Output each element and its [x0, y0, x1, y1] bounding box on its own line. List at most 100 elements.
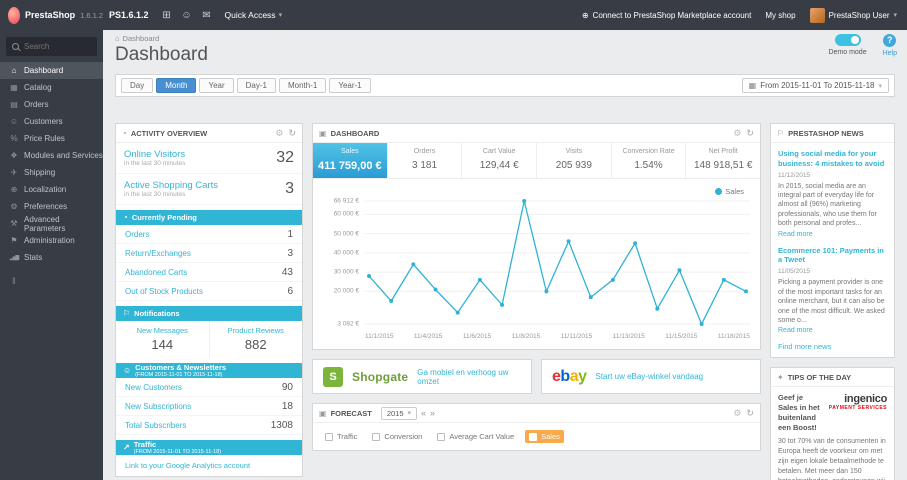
brand-version: 1.6.1.2	[80, 10, 103, 20]
read-more-link[interactable]: Read more	[778, 327, 887, 334]
sidebar-item-localization[interactable]: ⊕ Localization	[0, 181, 103, 198]
ebay-link[interactable]: Start uw eBay-winkel vandaag	[596, 372, 704, 381]
kpi-conversion-rate[interactable]: Conversion Rate 1.54%	[612, 143, 687, 178]
kpi-net-profit[interactable]: Net Profit 148 918,51 €	[686, 143, 760, 178]
quick-access-label: Quick Access	[224, 10, 276, 20]
forecast-panel: ▣ FORECAST 2015 ▾ « » ⚙ ↻ Traffic Conver…	[312, 403, 761, 451]
google-analytics-link[interactable]: Link to your Google Analytics account	[116, 455, 302, 476]
kpi-sales[interactable]: Sales 411 759,00 €	[313, 143, 388, 178]
forecast-legend-traffic[interactable]: Traffic	[321, 430, 361, 443]
orders-notification-icon[interactable]: ⊞	[157, 10, 177, 21]
quick-access-menu[interactable]: Quick Access ▾	[225, 10, 283, 20]
sidebar-item-dashboard[interactable]: ⌂ Dashboard	[0, 62, 103, 79]
filter-month-1-button[interactable]: Month-1	[278, 78, 327, 93]
filter-day-1-button[interactable]: Day-1	[236, 78, 276, 93]
sales-chart-legend[interactable]: Sales	[715, 187, 744, 196]
pending-orders-row[interactable]: Orders 1	[116, 225, 302, 244]
read-more-link[interactable]: Read more	[778, 231, 887, 238]
my-shop-link[interactable]: My shop	[765, 11, 795, 20]
sales-legend-dot	[715, 188, 723, 195]
out-of-stock-row[interactable]: Out of Stock Products 6	[116, 282, 302, 301]
product-reviews-cell[interactable]: Product Reviews 882	[208, 321, 303, 358]
filter-year-1-button[interactable]: Year-1	[329, 78, 371, 93]
tips-body: Geef je Sales in het buitenland een Boos…	[771, 387, 894, 480]
sales-chart-plot	[365, 197, 750, 329]
forecast-legend: Traffic Conversion Average Cart Value Sa…	[313, 423, 760, 450]
sidebar-search[interactable]	[6, 37, 97, 56]
marketplace-link[interactable]: ⊕ Connect to PrestaShop Marketplace acco…	[582, 11, 751, 20]
gear-icon[interactable]: ⚙	[275, 128, 283, 139]
shopgate-link[interactable]: Ga mobiel en verhoog uw omzet	[417, 368, 521, 386]
sidebar-item-price-rules[interactable]: % Price Rules	[0, 130, 103, 147]
gear-icon[interactable]: ⚙	[733, 128, 741, 139]
forecast-next-button[interactable]: »	[430, 408, 435, 418]
activity-icon: ◔	[122, 128, 127, 138]
help-icon[interactable]: ?	[883, 34, 897, 47]
kpi-cart-value[interactable]: Cart Value 129,44 €	[462, 143, 538, 178]
refresh-icon[interactable]: ↻	[746, 128, 754, 139]
total-subscribers-row[interactable]: Total Subscribers 1308	[116, 416, 302, 435]
notifications-grid: New Messages 144 Product Reviews 882	[116, 321, 302, 358]
find-more-news-link[interactable]: Find more news	[778, 342, 887, 351]
panel-tools: ⚙ ↻	[275, 128, 296, 139]
filter-year-button[interactable]: Year	[199, 78, 234, 93]
messages-notification-icon[interactable]: ✉	[197, 10, 217, 21]
sidebar-item-customers[interactable]: ☺ Customers	[0, 113, 103, 130]
forecast-icon: ▣	[319, 408, 327, 418]
news-article-title[interactable]: Ecommerce 101: Payments in a Tweet	[778, 246, 887, 266]
new-messages-cell[interactable]: New Messages 144	[116, 321, 209, 358]
date-range-picker[interactable]: ▦ From 2015-11-01 To 2015-11-18 ▾	[741, 78, 889, 93]
online-visitors-sub: in the last 30 minutes	[124, 160, 186, 167]
sidebar-item-modules[interactable]: ❖ Modules and Services	[0, 147, 103, 164]
forecast-year-select[interactable]: 2015 ▾	[380, 406, 418, 420]
sidebar-item-stats[interactable]: ▂▅▇ Stats	[0, 249, 103, 266]
online-visitors-link[interactable]: Online Visitors	[124, 149, 276, 160]
sidebar-item-orders[interactable]: ▤ Orders	[0, 96, 103, 113]
person-icon: ☺	[9, 117, 19, 126]
sidebar-item-advanced-parameters[interactable]: ⚒ Advanced Parameters	[0, 215, 103, 233]
sidebar: ⌂ Dashboard ▦ Catalog ▤ Orders ☺ Custome…	[0, 30, 103, 480]
tips-panel-header: ✦ TIPS OF THE DAY	[771, 368, 894, 388]
forecast-prev-button[interactable]: «	[421, 408, 426, 418]
forecast-legend-average-cart-value[interactable]: Average Cart Value	[433, 430, 518, 443]
checkbox-icon	[325, 432, 333, 441]
sidebar-item-preferences[interactable]: ⚙ Preferences	[0, 198, 103, 215]
pending-returns-row[interactable]: Return/Exchanges 3	[116, 244, 302, 263]
forecast-legend-conversion[interactable]: Conversion	[368, 430, 426, 443]
shopgate-promo: S Shopgate Ga mobiel en verhoog uw omzet	[312, 359, 532, 394]
sidebar-item-administration[interactable]: ⚑ Administration	[0, 232, 103, 249]
ingenico-logo[interactable]: ingenico PAYMENT SERVICES	[829, 393, 888, 432]
active-carts-link[interactable]: Active Shopping Carts	[124, 180, 285, 191]
gear-icon[interactable]: ⚙	[733, 408, 741, 419]
filter-day-button[interactable]: Day	[121, 78, 154, 93]
user-menu[interactable]: PrestaShop User ▾	[809, 7, 897, 23]
new-customers-row[interactable]: New Customers 90	[116, 378, 302, 397]
prestashop-logo[interactable]: PrestaShop 1.6.1.2	[0, 6, 103, 24]
customers-notification-icon[interactable]: ☺	[177, 10, 197, 21]
kpi-visits[interactable]: Visits 205 939	[537, 143, 612, 178]
kpi-value: 411 759,00 €	[318, 160, 382, 172]
sidebar-item-catalog[interactable]: ▦ Catalog	[0, 79, 103, 96]
tip-icon: ✦	[777, 372, 784, 382]
flag-icon: ⚑	[10, 236, 18, 245]
refresh-icon[interactable]: ↻	[288, 128, 296, 139]
new-subscriptions-row[interactable]: New Subscriptions 18	[116, 397, 302, 416]
news-panel-header: ⚐ PRESTASHOP NEWS	[771, 124, 894, 143]
customers-range: (FROM 2015-11-01 TO 2015-11-18)	[135, 372, 223, 378]
refresh-icon[interactable]: ↻	[746, 408, 754, 419]
demo-mode-toggle[interactable]	[834, 34, 861, 46]
kpi-orders[interactable]: Orders 3 181	[388, 143, 463, 178]
active-carts-value: 3	[285, 180, 294, 197]
news-body: Using social media for your business: 4 …	[771, 143, 894, 357]
sidebar-item-shipping[interactable]: ✈ Shipping	[0, 164, 103, 181]
news-article-title[interactable]: Using social media for your business: 4 …	[778, 149, 887, 169]
forecast-legend-sales[interactable]: Sales	[525, 430, 564, 443]
sidebar-item-label: Stats	[24, 253, 43, 262]
search-input[interactable]	[24, 42, 94, 51]
dashboard-columns: ◔ ACTIVITY OVERVIEW ⚙ ↻ Online Visitors …	[115, 123, 895, 480]
abandoned-carts-row[interactable]: Abandoned Carts 43	[116, 263, 302, 282]
filter-month-button[interactable]: Month	[156, 78, 197, 93]
sidebar-collapse-button[interactable]: ‖	[0, 276, 103, 286]
legend-label: Sales	[541, 432, 560, 441]
avatar	[809, 7, 825, 23]
